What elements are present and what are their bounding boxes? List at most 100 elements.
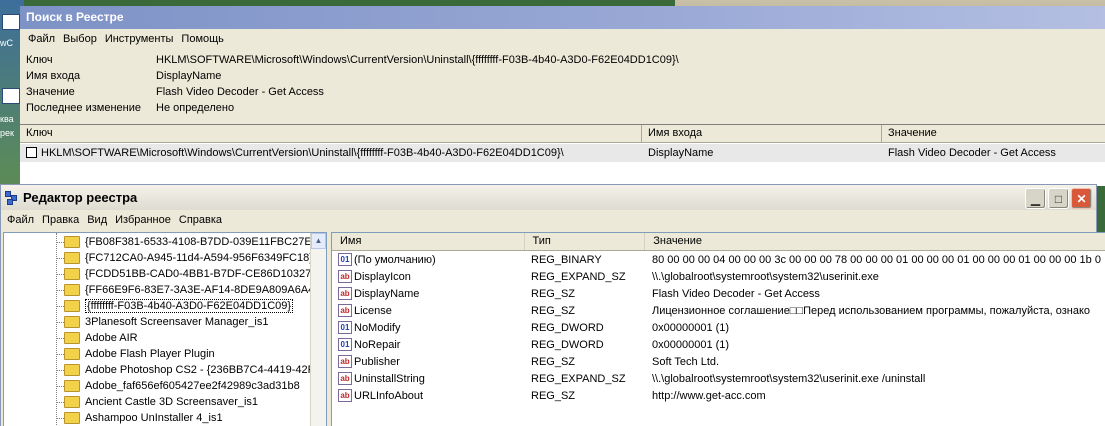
value-row[interactable]: ab DisplayIcon REG_EXPAND_SZ \\.\globalroot… xyxy=(332,268,1105,285)
prop-entry-label: Имя входа xyxy=(26,70,81,82)
maximize-button[interactable]: □ xyxy=(1048,188,1069,209)
value-data: \\.\globalroot\systemroot\system32\useri… xyxy=(652,270,879,283)
value-type: REG_SZ xyxy=(531,304,576,317)
minimize-button[interactable]: ▁ xyxy=(1025,188,1046,209)
menu-view[interactable]: Вид xyxy=(83,214,111,226)
tree-item[interactable]: {FC712CA0-A945-11d4-A594-956F6349FC18} xyxy=(64,250,313,266)
value-row[interactable]: ab URLInfoAbout REG_SZ http://www.get-acc.c… xyxy=(332,387,1105,404)
value-type: REG_EXPAND_SZ xyxy=(531,372,626,385)
regedit-title: Редактор реестра xyxy=(23,190,138,205)
value-name: DisplayIcon xyxy=(354,270,411,283)
tree-item[interactable]: Adobe AIR xyxy=(64,330,138,346)
tree-item-label: {FB08F381-6533-4108-B7DD-039E11FBC27E} xyxy=(85,236,316,248)
value-data: Soft Tech Ltd. xyxy=(652,355,720,368)
value-name: DisplayName xyxy=(354,287,420,300)
desktop-shortcut-icon[interactable] xyxy=(2,88,20,104)
regedit-title-bar[interactable]: Редактор реестра ▁ □ ✕ xyxy=(1,185,1096,210)
tree-item[interactable]: 3Planesoft Screensaver Manager_is1 xyxy=(64,314,268,330)
tree-item[interactable]: {FF66E9F6-83E7-3A3E-AF14-8DE9A809A6A4} xyxy=(64,282,318,298)
menu-tools[interactable]: Инструменты xyxy=(101,33,178,45)
value-row[interactable]: 01 NoRepair REG_DWORD 0x00000001 (1) xyxy=(332,336,1105,353)
tree-item-label: Adobe Photoshop CS2 - {236BB7C4-4419-42F… xyxy=(85,364,323,376)
folder-icon xyxy=(64,364,80,376)
value-data: 0x00000001 (1) xyxy=(652,321,730,334)
prop-value-label: Значение xyxy=(26,86,75,98)
tree-item-label: Ashampoo UnInstaller 4_is1 xyxy=(85,412,223,424)
column-header-name[interactable]: Имя xyxy=(332,233,525,250)
folder-icon xyxy=(64,268,80,280)
value-row[interactable]: 01 (По умолчанию) REG_BINARY 80 00 00 00 04… xyxy=(332,251,1105,268)
tree-item[interactable]: Ashampoo UnInstaller 4_is1 xyxy=(64,410,223,426)
value-row[interactable]: 01 NoModify REG_DWORD 0x00000001 (1) xyxy=(332,319,1105,336)
folder-icon xyxy=(64,412,80,424)
tree-scrollbar[interactable]: ▲ xyxy=(310,233,326,426)
prop-modified-value: Не определено xyxy=(156,102,235,114)
column-header-data[interactable]: Значение xyxy=(645,233,1105,250)
folder-icon xyxy=(64,300,80,312)
value-name: NoRepair xyxy=(354,338,401,351)
column-header-value[interactable]: Значение xyxy=(882,125,1105,142)
tree-item[interactable]: Adobe Flash Player Plugin xyxy=(64,346,215,362)
search-results-list: Ключ Имя входа Значение HKLM\SOFTWARE\Mi… xyxy=(20,124,1105,186)
result-value: Flash Video Decoder - Get Access xyxy=(888,147,1056,159)
folder-icon xyxy=(64,348,80,360)
value-type: REG_SZ xyxy=(531,287,576,300)
value-type: REG_SZ xyxy=(531,389,576,402)
close-icon: ✕ xyxy=(1076,191,1087,206)
value-row[interactable]: ab DisplayName REG_SZ Flash Video Decoder -… xyxy=(332,285,1105,302)
checkbox[interactable] xyxy=(26,147,37,158)
tree-item[interactable]: {ffffffff-F03B-4b40-A3D0-F62E04DD1C09} xyxy=(64,298,294,314)
string-value-icon: ab xyxy=(338,372,352,385)
tree-item-label: {FC712CA0-A945-11d4-A594-956F6349FC18} xyxy=(85,252,313,264)
value-row[interactable]: ab License REG_SZ Лицензионное соглашение□□… xyxy=(332,302,1105,319)
search-menubar: Файл Выбор Инструменты Помощь xyxy=(20,29,1105,49)
string-value-icon: ab xyxy=(338,355,352,368)
value-name: Publisher xyxy=(354,355,400,368)
registry-editor-window: Редактор реестра ▁ □ ✕ Файл Правка Вид И… xyxy=(0,184,1105,426)
scroll-up-icon[interactable]: ▲ xyxy=(311,233,326,249)
value-data: 0x00000001 (1) xyxy=(652,338,730,351)
regedit-app-icon xyxy=(5,190,19,205)
value-data: http://www.get-acc.com xyxy=(652,389,766,402)
registry-tree: {FB08F381-6533-4108-B7DD-039E11FBC27E} {F… xyxy=(3,232,327,426)
value-type: REG_EXPAND_SZ xyxy=(531,270,626,283)
close-button[interactable]: ✕ xyxy=(1071,188,1092,209)
folder-icon xyxy=(64,316,80,328)
values-header: Имя Тип Значение xyxy=(332,233,1105,251)
value-row[interactable]: ab UninstallString REG_EXPAND_SZ \\.\global… xyxy=(332,370,1105,387)
menu-help[interactable]: Справка xyxy=(175,214,226,226)
desktop-label: wC xyxy=(0,38,13,48)
menu-select[interactable]: Выбор xyxy=(59,33,101,45)
result-properties: Ключ HKLM\SOFTWARE\Microsoft\Windows\Curr… xyxy=(20,49,1105,116)
column-header-type[interactable]: Тип xyxy=(525,233,646,250)
menu-favorites[interactable]: Избранное xyxy=(111,214,175,226)
menu-help[interactable]: Помощь xyxy=(177,33,228,45)
tree-item[interactable]: Adobe Photoshop CS2 - {236BB7C4-4419-42F… xyxy=(64,362,322,378)
regedit-menubar: Файл Правка Вид Избранное Справка xyxy=(1,210,1096,230)
menu-file[interactable]: Файл xyxy=(3,214,38,226)
tree-item[interactable]: {FCDD51BB-CAD0-4BB1-B7DF-CE86D1032794} xyxy=(64,266,326,282)
value-name: (По умолчанию) xyxy=(354,253,436,266)
tree-item-label: Adobe Flash Player Plugin xyxy=(85,348,215,360)
search-title-bar[interactable]: Поиск в Реестре xyxy=(20,6,1105,29)
column-header-key[interactable]: Ключ xyxy=(20,125,642,142)
binary-value-icon: 01 xyxy=(338,321,352,334)
tree-item[interactable]: Ancient Castle 3D Screensaver_is1 xyxy=(64,394,258,410)
column-header-entry-name[interactable]: Имя входа xyxy=(642,125,882,142)
tree-item-label: Adobe_faf656ef605427ee2f42989c3ad31b8 xyxy=(85,380,300,392)
search-result-row[interactable]: HKLM\SOFTWARE\Microsoft\Windows\CurrentV… xyxy=(20,144,1105,162)
value-name: URLInfoAbout xyxy=(354,389,424,402)
binary-value-icon: 01 xyxy=(338,338,352,351)
string-value-icon: ab xyxy=(338,304,352,317)
registry-values-list: Имя Тип Значение 01 (По умолчанию) REG_BIN… xyxy=(331,232,1105,426)
menu-file[interactable]: Файл xyxy=(24,33,59,45)
result-entry-name: DisplayName xyxy=(648,147,714,159)
value-row[interactable]: ab Publisher REG_SZ Soft Tech Ltd. xyxy=(332,353,1105,370)
value-name: License xyxy=(354,304,392,317)
tree-item[interactable]: Adobe_faf656ef605427ee2f42989c3ad31b8 xyxy=(64,378,300,394)
tree-item[interactable]: {FB08F381-6533-4108-B7DD-039E11FBC27E} xyxy=(64,234,315,250)
menu-edit[interactable]: Правка xyxy=(38,214,83,226)
desktop-shortcut-icon[interactable] xyxy=(2,14,20,30)
value-data: Flash Video Decoder - Get Access xyxy=(652,287,820,300)
folder-icon xyxy=(64,396,80,408)
